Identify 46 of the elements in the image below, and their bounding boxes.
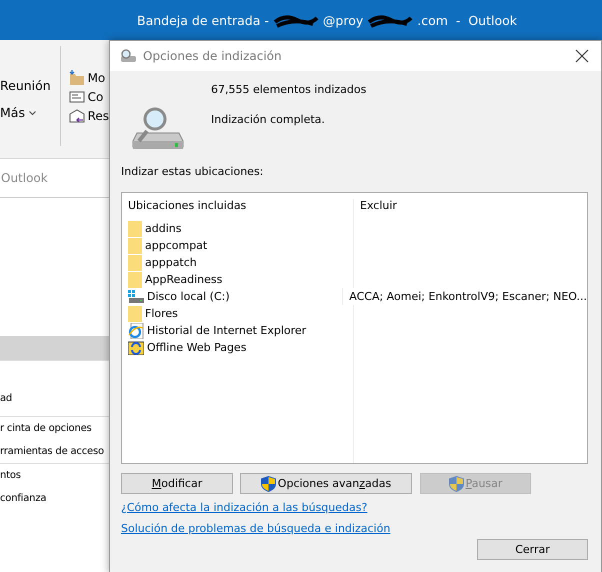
ribbon-button[interactable]: Más <box>0 103 60 122</box>
indexed-count: 67,555 elementos indizados <box>211 83 366 96</box>
location-name: addins <box>145 222 182 235</box>
folder-icon <box>128 238 142 254</box>
location-name: Flores <box>145 307 178 320</box>
close-icon <box>575 49 589 63</box>
window-title: .com - Outlook <box>417 12 517 28</box>
card-icon <box>68 89 85 105</box>
menu-item[interactable]: ad <box>0 393 12 404</box>
menu-item[interactable]: ntos <box>0 470 21 481</box>
disk-icon <box>128 290 144 304</box>
help-link[interactable]: ¿Cómo afecta la indización a las búsquedas? <box>121 501 368 514</box>
dialog-button[interactable]: Modificar <box>121 473 233 494</box>
ribbon-button[interactable]: Reunión <box>0 76 60 95</box>
ribbon-label[interactable]: Co <box>88 90 104 104</box>
folder-icon <box>128 254 142 270</box>
location-name: Disco local (C:) <box>147 290 230 303</box>
folder-icon <box>68 70 85 86</box>
ribbon-label[interactable]: Mo <box>88 71 106 85</box>
window-title: @proy <box>322 12 364 28</box>
location-name: AppReadiness <box>145 273 222 286</box>
folder-icon <box>128 220 142 236</box>
sync-folder-icon <box>128 340 144 354</box>
browser-icon <box>128 322 144 338</box>
menu-item[interactable]: r cinta de opciones <box>0 423 92 434</box>
column-header[interactable]: Ubicaciones incluidas <box>122 199 354 220</box>
location-name: Historial de Internet Explorer <box>147 324 306 337</box>
drive-search-icon <box>119 49 137 63</box>
window-title: Bandeja de entrada - <box>137 12 269 28</box>
dialog-button[interactable]: Opciones avanzadas <box>240 473 412 494</box>
help-link[interactable]: Solución de problemas de búsqueda e indización <box>121 522 390 535</box>
index-status: Indización completa. <box>211 113 326 126</box>
menu-item[interactable]: rramientas de acceso <box>0 446 104 457</box>
location-name: appcompat <box>145 239 208 252</box>
folder-icon <box>128 272 142 288</box>
close-dialog-button[interactable]: Cerrar <box>477 539 588 560</box>
section-label: Indizar estas ubicaciones: <box>121 165 264 178</box>
drive-search-icon <box>131 105 185 151</box>
ribbon-label[interactable]: Res <box>88 109 109 123</box>
folder-icon <box>128 306 142 322</box>
excluded-folders: ACCA; Aomei; EnkontrolV9; Escaner; NEO... <box>349 290 587 303</box>
dialog-title: Opciones de indización <box>143 49 282 63</box>
location-name: Offline Web Pages <box>147 341 246 354</box>
menu-item[interactable]: confianza <box>0 493 46 504</box>
location-name: apppatch <box>145 256 197 269</box>
column-header[interactable]: Excluir <box>354 199 587 220</box>
